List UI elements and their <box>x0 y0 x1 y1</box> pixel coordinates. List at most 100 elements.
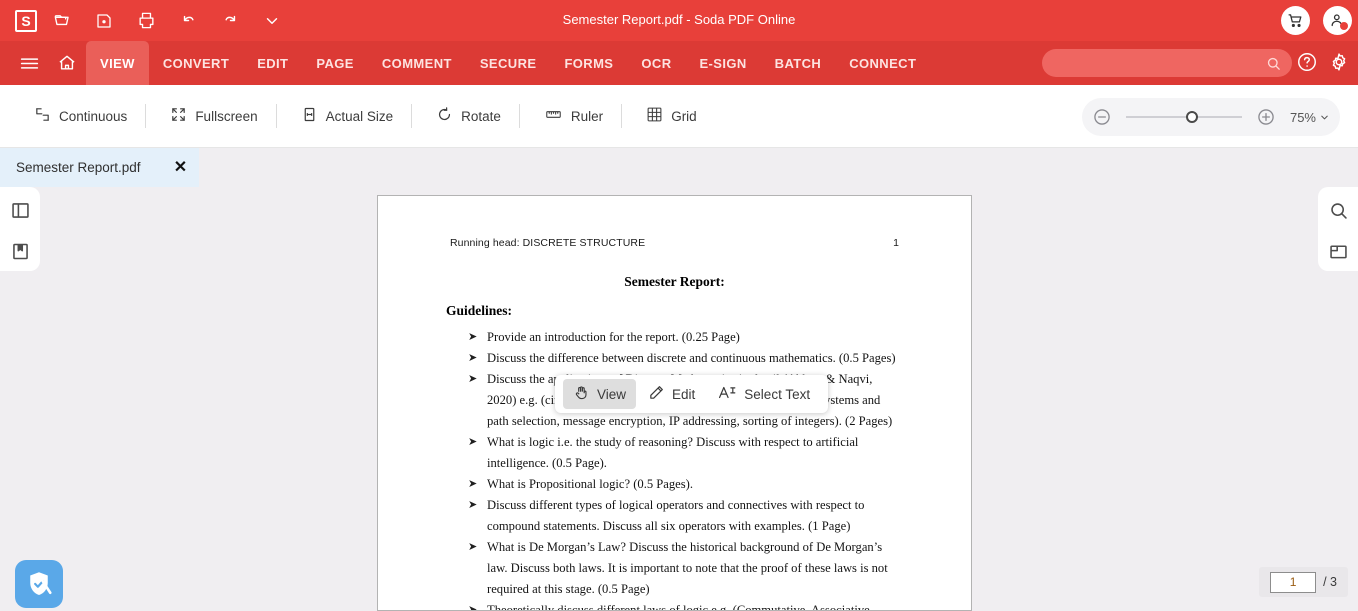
list-item-text: Provide an introduction for the report. … <box>487 330 740 344</box>
list-item: ➤ What is De Morgan’s Law? Discuss the h… <box>456 537 896 600</box>
zoom-slider[interactable] <box>1125 111 1242 123</box>
menu-item-convert[interactable]: CONVERT <box>149 41 243 85</box>
zoom-level-dropdown[interactable]: 75% <box>1290 110 1330 125</box>
zoom-control: 75% <box>1081 98 1340 136</box>
fullscreen-button[interactable]: Fullscreen <box>156 100 271 132</box>
continuous-label: Continuous <box>59 108 128 124</box>
zoom-in-icon[interactable] <box>1256 107 1276 127</box>
account-notification-dot <box>1340 22 1348 30</box>
mode-select-text-label: Select Text <box>744 386 811 402</box>
menu-item-connect[interactable]: CONNECT <box>835 41 930 85</box>
bullet-arrow-icon: ➤ <box>468 373 478 385</box>
zoom-slider-handle[interactable] <box>1185 111 1198 123</box>
mode-view-button[interactable]: View <box>563 379 637 409</box>
ruler-icon <box>544 106 563 126</box>
panel-toggle-icon[interactable] <box>8 198 32 222</box>
menu-item-forms[interactable]: FORMS <box>550 41 627 85</box>
search-icon[interactable] <box>1326 198 1350 222</box>
open-folder-icon[interactable] <box>45 4 79 38</box>
document-bullet-list: ➤ Provide an introduction for the report… <box>456 327 896 610</box>
bullet-arrow-icon: ➤ <box>468 541 478 553</box>
list-item: ➤ Provide an introduction for the report… <box>456 327 896 348</box>
list-item-text: What is logic i.e. the study of reasonin… <box>487 435 859 470</box>
zoom-out-icon[interactable] <box>1092 107 1112 127</box>
mode-view-label: View <box>597 386 627 402</box>
zoom-level-value: 75% <box>1289 109 1316 125</box>
document-subtitle: Guidelines: <box>446 303 513 318</box>
gear-icon[interactable] <box>1328 51 1350 73</box>
bullet-arrow-icon: ➤ <box>468 352 478 364</box>
list-item: ➤ What is logic i.e. the study of reason… <box>456 432 896 474</box>
home-icon[interactable] <box>48 41 86 85</box>
continuous-button[interactable]: Continuous <box>20 100 141 132</box>
list-item-text: What is Propositional logic? (0.5 Pages)… <box>487 477 694 491</box>
list-item-text: Discuss different types of logical opera… <box>487 498 865 533</box>
continuous-icon <box>34 106 51 126</box>
view-mode-toolbar: View Edit Select Text <box>555 375 829 413</box>
search-icon[interactable] <box>1265 55 1292 72</box>
list-item: ➤ Theoretically discuss different laws o… <box>456 600 896 610</box>
search-input[interactable] <box>1042 56 1265 70</box>
pencil-icon <box>648 384 665 404</box>
toolbar-divider <box>145 104 147 128</box>
actual-size-button[interactable]: Actual Size <box>287 100 408 132</box>
soda-pdf-logo[interactable]: S <box>15 9 37 32</box>
mode-edit-label: Edit <box>672 386 696 402</box>
thumbnail-icon[interactable] <box>1326 239 1350 263</box>
document-page-number-header: 1 <box>893 237 899 249</box>
page-number-input[interactable] <box>1270 571 1317 593</box>
bullet-arrow-icon: ➤ <box>468 499 478 511</box>
select-text-icon <box>717 384 737 404</box>
page-total-label: / 3 <box>1323 575 1337 589</box>
account-icon[interactable] <box>1323 6 1352 35</box>
bookmark-icon[interactable] <box>8 239 32 263</box>
document-tab-title: Semester Report.pdf <box>16 160 141 175</box>
page-navigator: / 3 <box>1259 567 1348 597</box>
redo-icon[interactable] <box>213 4 247 38</box>
undo-icon[interactable] <box>171 4 205 38</box>
document-tab[interactable]: Semester Report.pdf ✕ <box>0 148 199 187</box>
search-box[interactable] <box>1042 49 1292 77</box>
print-icon[interactable] <box>129 4 163 38</box>
toolbar-divider <box>518 104 520 128</box>
menu-item-secure[interactable]: SECURE <box>466 41 551 85</box>
close-icon[interactable]: ✕ <box>172 159 189 176</box>
rotate-label: Rotate <box>461 108 501 124</box>
menu-item-esign[interactable]: E-SIGN <box>685 41 760 85</box>
menu-item-ocr[interactable]: OCR <box>627 41 685 85</box>
bullet-arrow-icon: ➤ <box>468 331 478 343</box>
grid-button[interactable]: Grid <box>632 100 711 132</box>
menu-item-comment[interactable]: COMMENT <box>368 41 466 85</box>
rotate-button[interactable]: Rotate <box>422 100 515 132</box>
bullet-arrow-icon: ➤ <box>468 478 478 490</box>
mode-edit-button[interactable]: Edit <box>638 379 705 409</box>
list-item: ➤ Discuss different types of logical ope… <box>456 495 896 537</box>
grid-label: Grid <box>671 108 697 124</box>
menu-item-page[interactable]: PAGE <box>302 41 367 85</box>
help-icon[interactable] <box>1296 51 1318 73</box>
document-tab-strip: Semester Report.pdf ✕ <box>0 148 1358 187</box>
view-toolbar: Continuous Fullscreen Actual Size Rotate <box>0 85 1358 148</box>
fullscreen-icon <box>170 106 187 126</box>
menu-item-batch[interactable]: BATCH <box>761 41 836 85</box>
save-icon[interactable] <box>87 4 121 38</box>
right-side-rail <box>1318 187 1358 271</box>
chevron-down-icon <box>1321 115 1328 119</box>
chevron-down-icon[interactable] <box>255 4 289 38</box>
mode-select-text-button[interactable]: Select Text <box>707 379 820 409</box>
privacy-shield-badge[interactable] <box>15 560 63 608</box>
cart-icon[interactable] <box>1281 6 1310 35</box>
toolbar-divider <box>621 104 623 128</box>
document-running-head: Running head: DISCRETE STRUCTURE <box>450 237 646 249</box>
left-side-rail <box>0 187 40 271</box>
menu-item-edit[interactable]: EDIT <box>243 41 302 85</box>
toolbar-divider <box>275 104 277 128</box>
ruler-button[interactable]: Ruler <box>530 100 617 132</box>
toolbar-divider <box>411 104 413 128</box>
menu-item-view[interactable]: VIEW <box>86 41 149 85</box>
main-menu-bar: VIEW CONVERT EDIT PAGE COMMENT SECURE FO… <box>0 41 1358 85</box>
hand-icon <box>573 384 590 404</box>
document-workspace: Running head: DISCRETE STRUCTURE 1 Semes… <box>0 187 1358 611</box>
list-item-text: What is De Morgan’s Law? Discuss the his… <box>487 540 888 596</box>
hamburger-menu-icon[interactable] <box>10 41 48 85</box>
